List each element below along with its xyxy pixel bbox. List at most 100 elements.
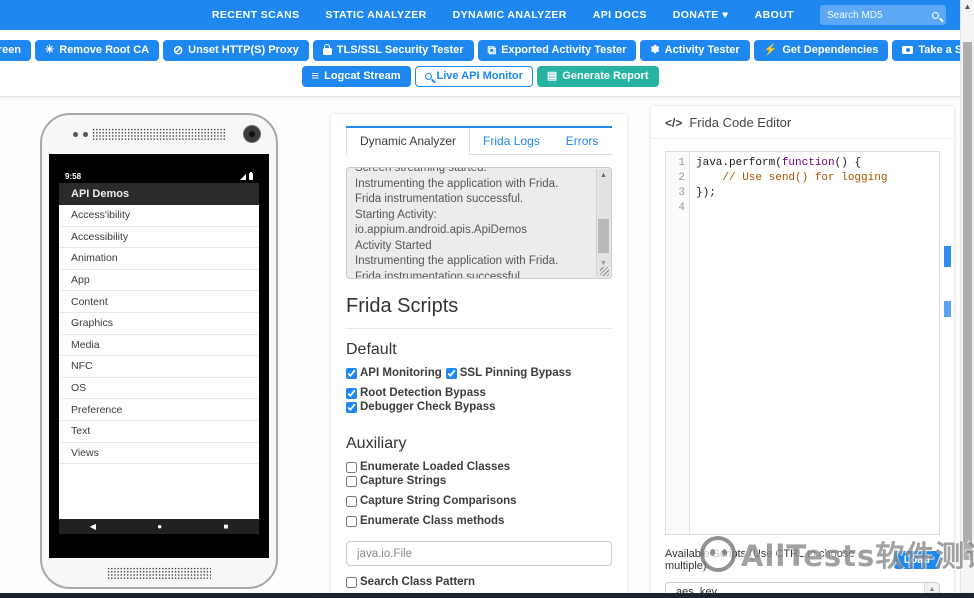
tab-frida-logs[interactable]: Frida Logs xyxy=(470,128,553,154)
api-monitoring-checkbox[interactable] xyxy=(346,367,357,379)
tab-dynamic-analyzer[interactable]: Dynamic Analyzer xyxy=(346,128,471,155)
page-scrollbar-thumb[interactable] xyxy=(963,42,972,560)
nav-dynamic-analyzer[interactable]: DYNAMIC ANALYZER xyxy=(453,9,567,21)
root-detection-bypass-checkbox[interactable] xyxy=(346,387,357,399)
class-name-input[interactable] xyxy=(346,541,612,566)
button-label: Get Dependencies xyxy=(782,44,879,56)
capture-string-comparisons-checkbox[interactable] xyxy=(346,495,357,507)
magnifier-icon[interactable] xyxy=(932,11,939,19)
checkbox-enumerate-class-methods[interactable]: Enumerate Class methods xyxy=(346,515,504,527)
checkbox-capture-string-comparisons[interactable]: Capture String Comparisons xyxy=(346,495,517,507)
bars-icon xyxy=(312,69,320,83)
search-input[interactable] xyxy=(827,9,932,21)
line-number: 4 xyxy=(678,202,685,214)
log-line: Frida instrumentation successful. xyxy=(355,193,524,205)
log-output-textarea[interactable]: Screen streaming started. Instrumenting … xyxy=(346,167,612,279)
debugger-check-bypass-checkbox[interactable] xyxy=(346,401,357,413)
button-label: Generate Report xyxy=(562,70,649,82)
stop-screen-button[interactable]: Stop Screen xyxy=(0,39,32,61)
get-dependencies-button[interactable]: Get Dependencies xyxy=(753,39,889,61)
checkbox-search-class-pattern[interactable]: Search Class Pattern xyxy=(346,576,475,588)
menu-item[interactable]: Media xyxy=(59,335,259,357)
remove-root-ca-button[interactable]: Remove Root CA xyxy=(35,39,160,61)
activity-tester-button[interactable]: Activity Tester xyxy=(640,39,750,61)
divider xyxy=(346,328,612,329)
log-scrollbar[interactable] xyxy=(596,169,610,277)
nav-static-analyzer[interactable]: STATIC ANALYZER xyxy=(326,9,427,21)
tls-ssl-tester-button[interactable]: TLS/SSL Security Tester xyxy=(312,39,474,61)
app-title: API Demos xyxy=(71,188,130,200)
analyzer-panel: Dynamic Analyzer Frida Logs Errors Scree… xyxy=(330,113,628,598)
clock: 9:58 xyxy=(65,172,82,181)
toolbar-row-2: Logcat Stream Live API Monitor Generate … xyxy=(301,65,659,87)
checkbox-label: Search Class Pattern xyxy=(360,576,476,588)
nav-api-docs[interactable]: API DOCS xyxy=(593,9,647,21)
checkbox-capture-strings[interactable]: Capture Strings xyxy=(346,475,446,487)
line-number: 2 xyxy=(678,172,685,184)
checkbox-label: Capture Strings xyxy=(360,475,447,487)
scroll-down-icon[interactable] xyxy=(597,260,610,267)
checkbox-api-monitoring[interactable]: API Monitoring xyxy=(346,367,442,379)
page-scrollbar[interactable] xyxy=(960,0,974,598)
checkbox-debugger-check-bypass[interactable]: Debugger Check Bypass xyxy=(346,401,496,413)
resize-grip[interactable] xyxy=(600,267,609,276)
log-line: Instrumenting the application with Frida… xyxy=(355,255,559,267)
action-toolbar: Stop Screen Remove Root CA Unset HTTP(S)… xyxy=(0,30,974,97)
menu-item[interactable]: Preference xyxy=(59,399,259,421)
line-number: 3 xyxy=(678,187,685,199)
checkbox-ssl-pinning-bypass[interactable]: SSL Pinning Bypass xyxy=(445,367,571,379)
menu-item[interactable]: App xyxy=(59,270,259,292)
menu-item[interactable]: Animation xyxy=(59,248,259,270)
nav-about[interactable]: ABOUT xyxy=(755,9,794,21)
menu-item[interactable]: Text xyxy=(59,421,259,443)
scrollbar-thumb[interactable] xyxy=(598,218,609,254)
recents-icon[interactable] xyxy=(223,523,228,531)
editor-scrollbar-thumb[interactable] xyxy=(944,301,951,317)
search-class-pattern-checkbox[interactable] xyxy=(346,576,357,588)
button-label: Unset HTTP(S) Proxy xyxy=(188,44,299,56)
code-line: // Use send() for logging xyxy=(696,172,888,184)
scroll-up-icon[interactable] xyxy=(597,172,610,179)
capture-strings-checkbox[interactable] xyxy=(346,475,357,487)
menu-item[interactable]: Accessibility xyxy=(59,227,259,249)
back-icon[interactable] xyxy=(90,523,96,531)
home-icon[interactable] xyxy=(157,523,162,531)
available-scripts-row: Available Scripts (Use CTRL to choose mu… xyxy=(665,548,940,572)
menu-item[interactable]: Access'ibility xyxy=(59,205,259,227)
menu-item[interactable]: Content xyxy=(59,291,259,313)
menu-item[interactable]: NFC xyxy=(59,356,259,378)
ssl-pinning-bypass-checkbox[interactable] xyxy=(445,367,457,379)
button-label: Activity Tester xyxy=(664,44,740,56)
nav-recent-scans[interactable]: RECENT SCANS xyxy=(212,9,300,21)
checkbox-enumerate-loaded-classes[interactable]: Enumerate Loaded Classes xyxy=(346,461,510,473)
nav-donate[interactable]: DONATE ♥ xyxy=(673,9,729,21)
checkbox-label: Capture String Comparisons xyxy=(360,495,517,507)
exported-activity-tester-button[interactable]: Exported Activity Tester xyxy=(477,39,637,61)
device-screen-content[interactable]: 9:58 API Demos Access'ibility Accessibil… xyxy=(59,170,259,534)
code-editor[interactable]: 1 2 3 4 java.perform(function() { // Use… xyxy=(665,151,940,535)
live-api-monitor-button[interactable]: Live API Monitor xyxy=(414,65,533,87)
log-line: Screen streaming started. xyxy=(355,167,487,174)
windows-icon xyxy=(488,44,497,57)
auxiliary-options-row-2: Capture String Comparisons xyxy=(346,495,612,507)
generate-report-button[interactable]: Generate Report xyxy=(536,65,659,87)
unset-proxy-button[interactable]: Unset HTTP(S) Proxy xyxy=(163,39,309,61)
load-script-button[interactable]: Load xyxy=(893,551,940,569)
scroll-up-icon[interactable] xyxy=(961,3,974,11)
tab-errors[interactable]: Errors xyxy=(553,128,612,154)
code-content[interactable]: java.perform(function() { // Use send() … xyxy=(690,152,887,534)
checkbox-label: Debugger Check Bypass xyxy=(360,401,496,413)
editor-scrollbar-thumb[interactable] xyxy=(944,246,951,267)
editor-header: Frida Code Editor xyxy=(651,106,954,139)
menu-item[interactable]: OS xyxy=(59,378,259,400)
scroll-up-icon[interactable] xyxy=(929,586,936,593)
menu-item[interactable]: Views xyxy=(59,443,259,465)
logcat-stream-button[interactable]: Logcat Stream xyxy=(301,65,411,87)
device-screen[interactable]: 9:58 API Demos Access'ibility Accessibil… xyxy=(49,154,269,558)
enumerate-loaded-classes-checkbox[interactable] xyxy=(346,461,357,473)
button-label: Remove Root CA xyxy=(59,44,150,56)
checkbox-root-detection-bypass[interactable]: Root Detection Bypass xyxy=(346,387,486,399)
menu-item[interactable]: Graphics xyxy=(59,313,259,335)
enumerate-class-methods-checkbox[interactable] xyxy=(346,515,357,527)
button-label: Exported Activity Tester xyxy=(501,44,627,56)
